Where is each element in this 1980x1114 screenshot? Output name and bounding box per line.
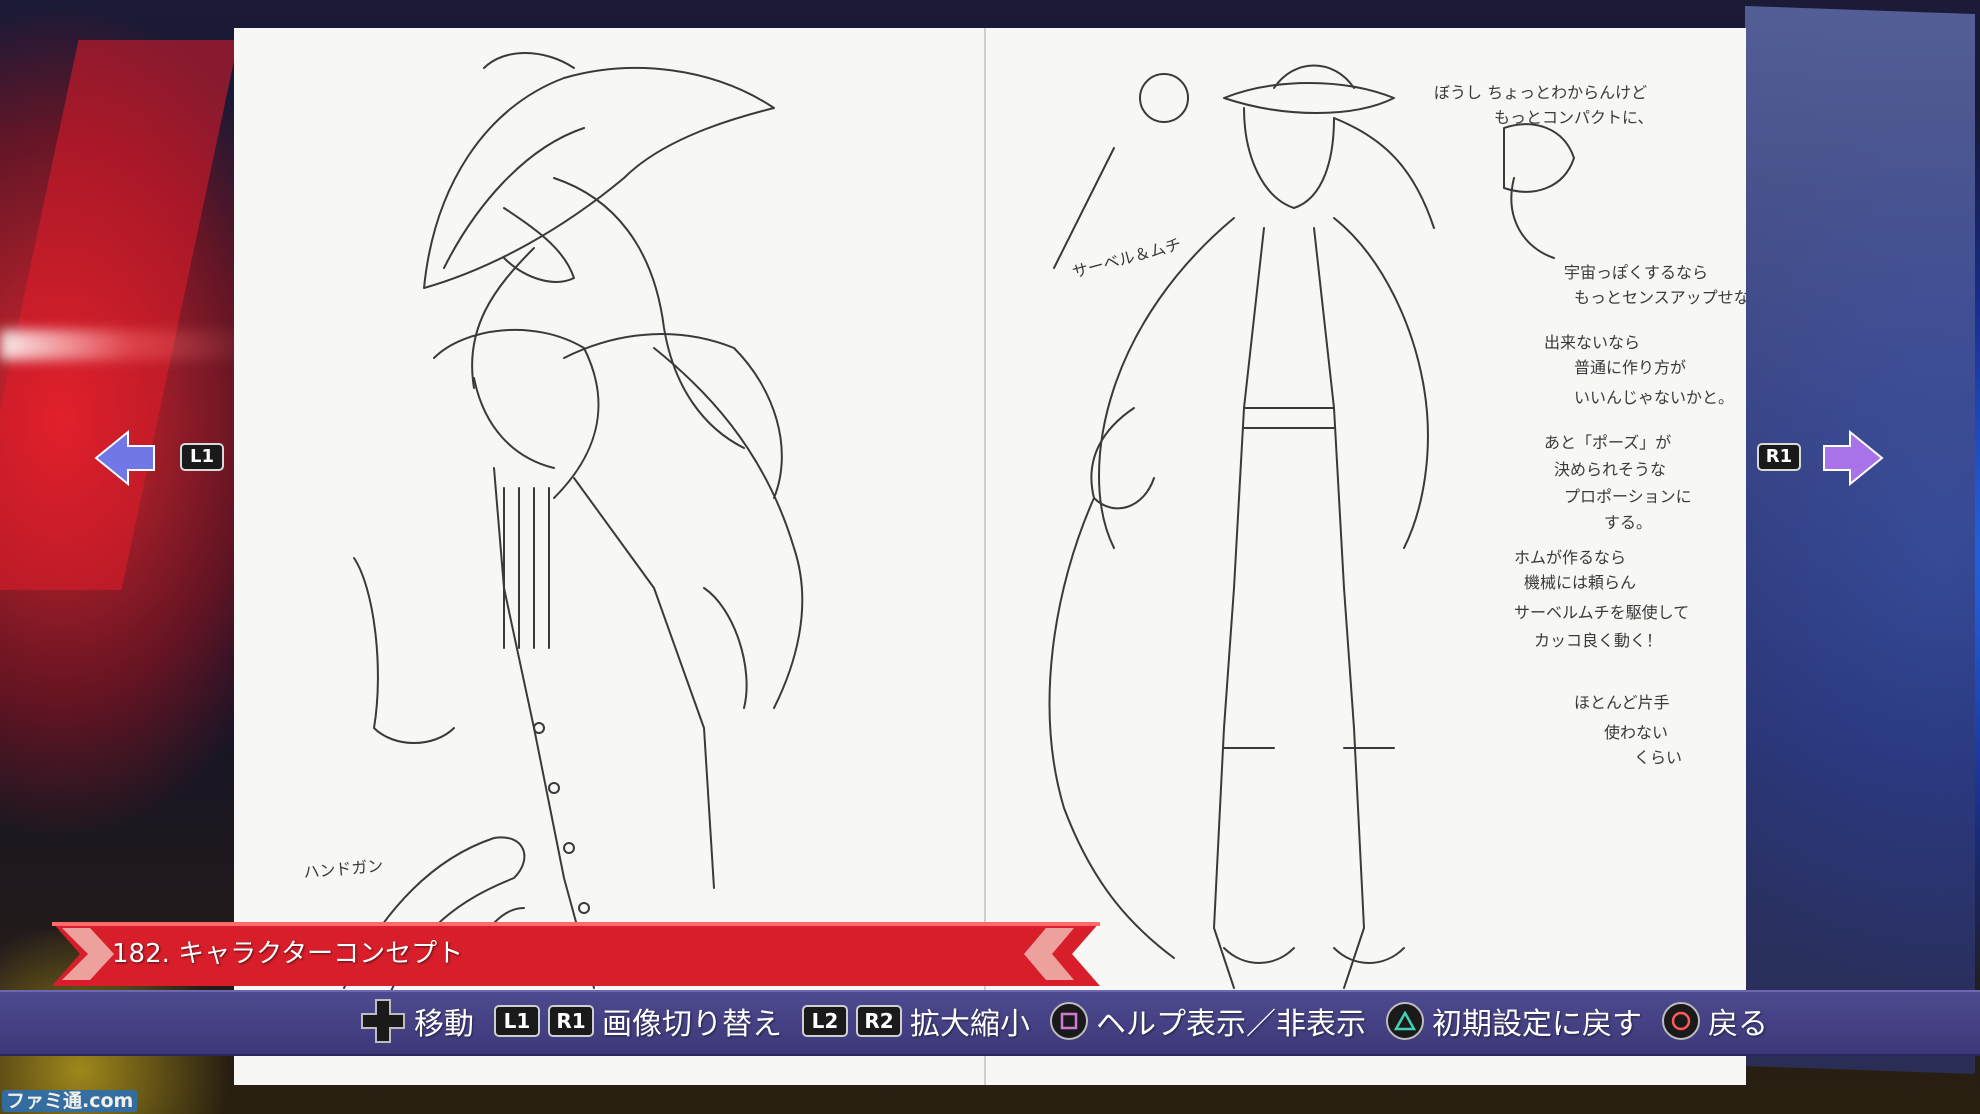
background-light-flare xyxy=(0,330,260,360)
svg-text:もっとセンスアップせな: もっとセンスアップせな xyxy=(1574,288,1746,307)
r1-button-tag[interactable]: R1 xyxy=(1757,443,1801,471)
svg-text:普通に作り方が: 普通に作り方が xyxy=(1574,358,1686,377)
svg-text:サーベル＆ムチ: サーベル＆ムチ xyxy=(1070,235,1183,282)
svg-text:する。: する。 xyxy=(1604,513,1652,532)
svg-text:決められそうな: 決められそうな xyxy=(1554,460,1666,479)
r2-button[interactable]: R2 xyxy=(856,1005,902,1037)
svg-text:カッコ良く動く！: カッコ良く動く！ xyxy=(1534,631,1662,650)
svg-text:使わない: 使わない xyxy=(1604,723,1668,742)
reset-label: 初期設定に戻す xyxy=(1432,1007,1642,1042)
svg-text:くらい: くらい xyxy=(1634,748,1682,767)
zoom-label: 拡大縮小 xyxy=(910,1007,1030,1042)
previous-arrow-icon[interactable] xyxy=(94,428,156,488)
dpad-icon xyxy=(361,999,405,1043)
background-art-panel xyxy=(1745,5,1975,1075)
control-hints: 移動 L1 R1 画像切り替え L2 R2 拡大縮小 ヘルプ表示／非表示 初期設… xyxy=(360,995,1780,1047)
svg-text:ほとんど片手: ほとんど片手 xyxy=(1574,693,1670,712)
svg-text:ホムが作るなら: ホムが作るなら xyxy=(1514,548,1626,567)
svg-text:いいんじゃないかと。: いいんじゃないかと。 xyxy=(1574,388,1734,407)
r1-button[interactable]: R1 xyxy=(548,1005,594,1037)
svg-text:ぼうし ちょっとわからんけど: ぼうし ちょっとわからんけど xyxy=(1434,83,1647,102)
move-label: 移動 xyxy=(414,1007,474,1042)
svg-text:もっとコンパクトに、: もっとコンパクトに、 xyxy=(1494,108,1654,127)
l1-button-tag[interactable]: L1 xyxy=(180,443,224,471)
watermark-logo: ファミ通.com xyxy=(2,1090,138,1112)
switch-image-label: 画像切り替え xyxy=(602,1007,782,1042)
svg-text:プロポーションに: プロポーションに xyxy=(1564,487,1692,506)
svg-text:ハンドガン: ハンドガン xyxy=(303,856,384,882)
next-arrow-icon[interactable] xyxy=(1822,428,1884,488)
square-button-icon[interactable] xyxy=(1050,1002,1088,1040)
circle-button-icon[interactable] xyxy=(1662,1002,1700,1040)
l1-button[interactable]: L1 xyxy=(494,1005,540,1037)
svg-text:あと「ポーズ」が: あと「ポーズ」が xyxy=(1544,433,1671,452)
l2-button[interactable]: L2 xyxy=(802,1005,848,1037)
help-toggle-label: ヘルプ表示／非表示 xyxy=(1096,1007,1366,1042)
svg-text:サーベルムチを駆使して: サーベルムチを駆使して xyxy=(1514,603,1689,622)
back-label: 戻る xyxy=(1708,1007,1768,1042)
svg-text:出来ないなら: 出来ないなら xyxy=(1544,333,1640,352)
svg-text:機械には頼らん: 機械には頼らん xyxy=(1524,573,1636,592)
svg-text:宇宙っぽくするなら: 宇宙っぽくするなら xyxy=(1564,263,1708,282)
image-title: 182. キャラクターコンセプト xyxy=(112,939,464,969)
triangle-button-icon[interactable] xyxy=(1386,1002,1424,1040)
